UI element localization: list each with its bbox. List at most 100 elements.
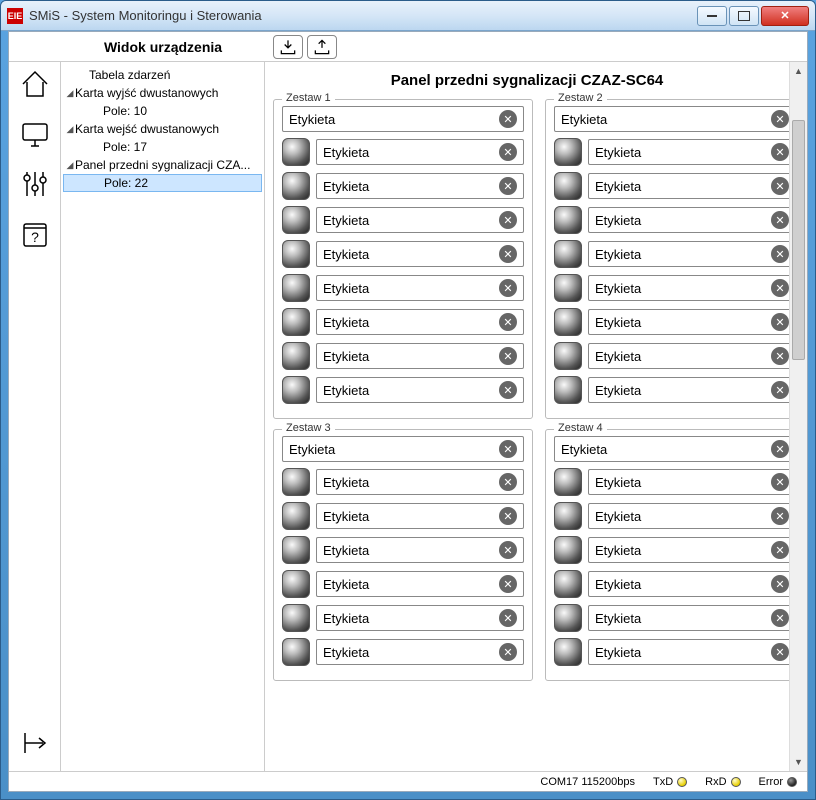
exit-icon[interactable] (17, 725, 53, 761)
etykieta-input[interactable]: ✕ (588, 309, 789, 335)
help-icon[interactable]: ? (17, 216, 53, 252)
etykieta-input[interactable]: ✕ (588, 173, 789, 199)
etykieta-field[interactable] (323, 145, 499, 160)
etykieta-field[interactable] (323, 645, 499, 660)
etykieta-input[interactable]: ✕ (588, 503, 789, 529)
etykieta-field[interactable] (561, 112, 771, 127)
etykieta-input[interactable]: ✕ (316, 139, 524, 165)
scroll-down-arrow[interactable]: ▼ (790, 753, 807, 771)
etykieta-field[interactable] (289, 112, 499, 127)
zestaw-header-input[interactable]: ✕ (282, 106, 524, 132)
etykieta-input[interactable]: ✕ (588, 571, 789, 597)
etykieta-field[interactable] (323, 315, 499, 330)
etykieta-field[interactable] (595, 611, 771, 626)
sliders-icon[interactable] (17, 166, 53, 202)
clear-icon[interactable]: ✕ (499, 211, 517, 229)
etykieta-input[interactable]: ✕ (316, 275, 524, 301)
etykieta-field[interactable] (323, 383, 499, 398)
home-icon[interactable] (17, 66, 53, 102)
clear-icon[interactable]: ✕ (499, 609, 517, 627)
close-button[interactable] (761, 6, 809, 26)
clear-icon[interactable]: ✕ (771, 211, 789, 229)
clear-icon[interactable]: ✕ (771, 110, 789, 128)
etykieta-input[interactable]: ✕ (316, 469, 524, 495)
upload-button[interactable] (307, 35, 337, 59)
clear-icon[interactable]: ✕ (499, 643, 517, 661)
etykieta-field[interactable] (323, 611, 499, 626)
etykieta-field[interactable] (323, 247, 499, 262)
clear-icon[interactable]: ✕ (771, 245, 789, 263)
clear-icon[interactable]: ✕ (499, 143, 517, 161)
clear-icon[interactable]: ✕ (771, 541, 789, 559)
download-button[interactable] (273, 35, 303, 59)
maximize-button[interactable] (729, 6, 759, 26)
minimize-button[interactable] (697, 6, 727, 26)
etykieta-field[interactable] (595, 247, 771, 262)
clear-icon[interactable]: ✕ (499, 507, 517, 525)
zestaw-header-input[interactable]: ✕ (282, 436, 524, 462)
scroll-up-arrow[interactable]: ▲ (790, 62, 807, 80)
clear-icon[interactable]: ✕ (499, 575, 517, 593)
etykieta-field[interactable] (561, 442, 771, 457)
clear-icon[interactable]: ✕ (499, 313, 517, 331)
etykieta-field[interactable] (323, 281, 499, 296)
tree-item[interactable]: Pole: 17 (63, 138, 262, 156)
tree-item[interactable]: ◢Karta wejść dwustanowych (63, 120, 262, 138)
zestaw-header-input[interactable]: ✕ (554, 106, 789, 132)
etykieta-field[interactable] (595, 383, 771, 398)
clear-icon[interactable]: ✕ (499, 440, 517, 458)
etykieta-input[interactable]: ✕ (588, 469, 789, 495)
etykieta-field[interactable] (289, 442, 499, 457)
tree-expand-icon[interactable]: ◢ (63, 88, 75, 99)
etykieta-input[interactable]: ✕ (316, 173, 524, 199)
tree-expand-icon[interactable]: ◢ (63, 160, 75, 171)
scroll-thumb[interactable] (792, 120, 805, 360)
titlebar[interactable]: EIE SMiS - System Monitoringu i Sterowan… (1, 1, 815, 31)
clear-icon[interactable]: ✕ (499, 110, 517, 128)
etykieta-field[interactable] (595, 475, 771, 490)
clear-icon[interactable]: ✕ (499, 541, 517, 559)
etykieta-field[interactable] (595, 179, 771, 194)
etykieta-field[interactable] (595, 213, 771, 228)
clear-icon[interactable]: ✕ (771, 609, 789, 627)
clear-icon[interactable]: ✕ (771, 381, 789, 399)
etykieta-field[interactable] (323, 509, 499, 524)
clear-icon[interactable]: ✕ (771, 575, 789, 593)
etykieta-field[interactable] (595, 315, 771, 330)
clear-icon[interactable]: ✕ (771, 473, 789, 491)
tree-expand-icon[interactable]: ◢ (63, 124, 75, 135)
clear-icon[interactable]: ✕ (771, 313, 789, 331)
etykieta-field[interactable] (323, 543, 499, 558)
clear-icon[interactable]: ✕ (771, 643, 789, 661)
tree-item[interactable]: ◢Panel przedni sygnalizacji CZA... (63, 156, 262, 174)
clear-icon[interactable]: ✕ (499, 279, 517, 297)
etykieta-field[interactable] (323, 475, 499, 490)
etykieta-input[interactable]: ✕ (316, 605, 524, 631)
tree-item[interactable]: ◢Karta wyjść dwustanowych (63, 84, 262, 102)
scroll-track[interactable] (790, 80, 807, 753)
etykieta-input[interactable]: ✕ (588, 605, 789, 631)
etykieta-input[interactable]: ✕ (316, 377, 524, 403)
etykieta-field[interactable] (595, 281, 771, 296)
vertical-scrollbar[interactable]: ▲ ▼ (789, 62, 807, 771)
zestaw-header-input[interactable]: ✕ (554, 436, 789, 462)
etykieta-field[interactable] (595, 577, 771, 592)
etykieta-field[interactable] (595, 145, 771, 160)
etykieta-field[interactable] (323, 179, 499, 194)
etykieta-input[interactable]: ✕ (588, 241, 789, 267)
etykieta-input[interactable]: ✕ (588, 343, 789, 369)
etykieta-input[interactable]: ✕ (588, 377, 789, 403)
clear-icon[interactable]: ✕ (499, 177, 517, 195)
etykieta-input[interactable]: ✕ (316, 343, 524, 369)
etykieta-input[interactable]: ✕ (588, 537, 789, 563)
etykieta-input[interactable]: ✕ (588, 139, 789, 165)
etykieta-input[interactable]: ✕ (588, 639, 789, 665)
clear-icon[interactable]: ✕ (771, 143, 789, 161)
etykieta-input[interactable]: ✕ (588, 275, 789, 301)
clear-icon[interactable]: ✕ (771, 440, 789, 458)
etykieta-field[interactable] (323, 577, 499, 592)
clear-icon[interactable]: ✕ (771, 507, 789, 525)
clear-icon[interactable]: ✕ (771, 279, 789, 297)
clear-icon[interactable]: ✕ (499, 347, 517, 365)
etykieta-input[interactable]: ✕ (316, 503, 524, 529)
